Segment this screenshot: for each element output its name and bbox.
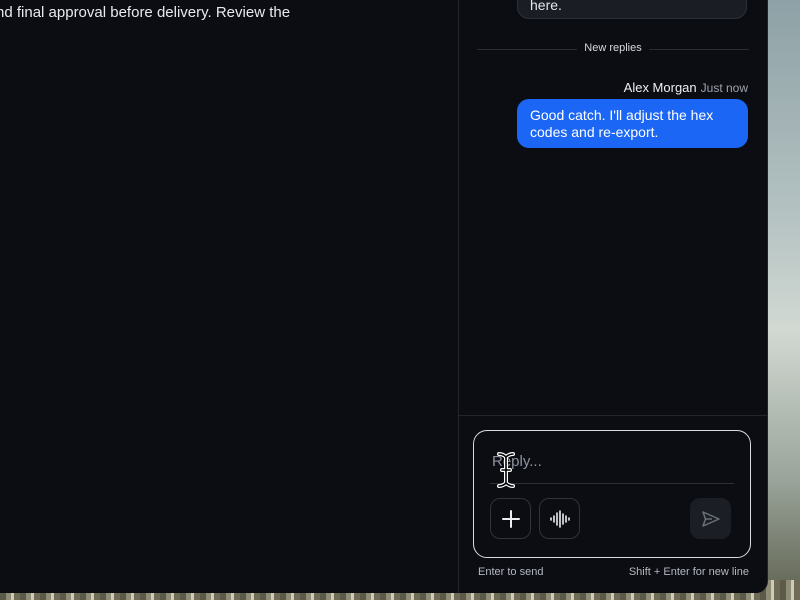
message-meta: Alex Morgan Just now — [624, 80, 748, 95]
send-button[interactable] — [690, 498, 731, 539]
plus-icon — [501, 509, 520, 528]
reply-input-underline — [490, 483, 734, 484]
newline-hint: Shift + Enter for new line — [628, 566, 749, 578]
audio-waveform-icon — [549, 509, 570, 528]
new-replies-divider: New replies — [477, 42, 749, 56]
message-author: Alex Morgan — [623, 80, 697, 95]
divider-line-right — [649, 49, 749, 50]
attach-button[interactable] — [490, 498, 531, 539]
comment-thread-panel: here. New replies Alex Morgan Just now Go… — [458, 0, 767, 593]
previous-message-bubble: here. — [517, 0, 747, 19]
send-icon — [701, 510, 720, 527]
reply-composer — [473, 430, 751, 558]
send-hint: Enter to send — [478, 566, 544, 578]
message-bubble: Good catch. I'll adjust the hex codes an… — [517, 99, 748, 148]
message-timestamp: Just now — [700, 81, 748, 95]
document-body-text: nd final approval before delivery. Revie… — [0, 4, 291, 21]
voice-input-button[interactable] — [539, 498, 580, 539]
divider-label: New replies — [584, 42, 642, 54]
previous-message-text: here. — [530, 0, 562, 13]
text-cursor-icon — [497, 452, 515, 488]
app-window: nd final approval before delivery. Revie… — [0, 0, 768, 593]
reply-input[interactable] — [490, 449, 734, 473]
composer-separator — [459, 415, 767, 416]
